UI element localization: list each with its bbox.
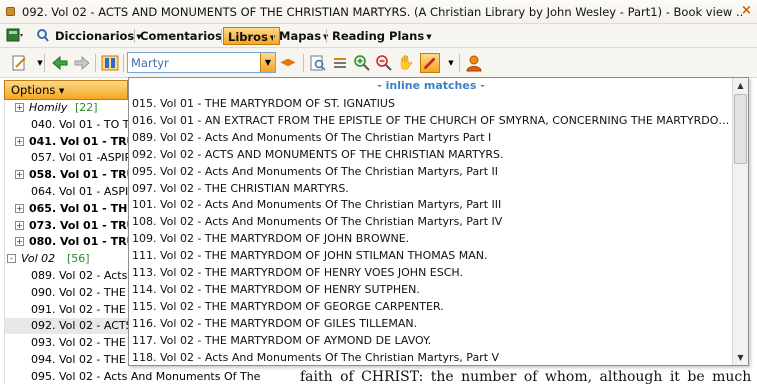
search-combobox[interactable]: ▼ (127, 52, 276, 73)
profile-icon[interactable] (464, 53, 484, 73)
expand-icon[interactable]: + (15, 237, 24, 247)
tree-item-label: 095. Vol 02 - Acts And Monuments Of The … (31, 369, 260, 383)
book-icon[interactable] (100, 53, 120, 73)
menu-reading-plans[interactable]: Reading Plans ▼ (328, 27, 436, 45)
result-item[interactable]: 016. Vol 01 - AN EXTRACT FROM THE EPISTL… (132, 112, 730, 129)
tree-item-label: 090. Vol 02 - THE RE (31, 285, 144, 299)
expand-icon[interactable]: + (15, 103, 24, 112)
tree-item-count: [56] (67, 252, 90, 266)
scroll-up-icon[interactable]: ▲ (733, 78, 748, 93)
result-item[interactable]: 117. Vol 02 - THE MARTYRDOM OF AYMOND DE… (132, 332, 730, 349)
zoom-in-icon[interactable] (352, 53, 372, 73)
collapse-icon[interactable]: - (7, 254, 16, 264)
search-icon[interactable] (36, 27, 50, 44)
menu-comentarios[interactable]: Comentarios▼ (136, 27, 233, 45)
back-arrow-icon[interactable] (50, 53, 70, 73)
app-menu-icon[interactable] (6, 27, 24, 44)
toolbar: ▼ ▼ ◀▶ ✋ ▼ (0, 48, 757, 78)
result-item[interactable]: 097. Vol 02 - THE CHRISTIAN MARTYRS. (132, 180, 730, 197)
scroll-down-icon[interactable]: ▼ (733, 350, 748, 365)
edit-dropdown-icon[interactable]: ▼ (30, 53, 50, 73)
result-item[interactable]: 109. Vol 02 - THE MARTYRDOM OF JOHN BROW… (132, 230, 730, 247)
zoom-out-icon[interactable] (374, 53, 394, 73)
window-title: 092. Vol 02 - ACTS AND MONUMENTS OF THE … (22, 5, 742, 19)
tree-item-label: 093. Vol 02 - THE EP (31, 336, 143, 350)
result-item[interactable]: 108. Vol 02 - Acts And Monuments Of The … (132, 213, 730, 230)
title-bar: 092. Vol 02 - ACTS AND MONUMENTS OF THE … (0, 0, 757, 24)
scroll-thumb[interactable] (734, 94, 747, 164)
highlighter-dropdown-icon[interactable]: ▼ (441, 53, 461, 73)
highlighter-icon[interactable] (420, 53, 440, 73)
search-input[interactable] (128, 53, 256, 72)
result-item[interactable]: 111. Vol 02 - THE MARTYRDOM OF JOHN STIL… (132, 247, 730, 264)
expand-icon[interactable]: + (15, 203, 24, 213)
menu-bar: Diccionarios▼ Comentarios▼ Libros▼ Mapas… (0, 24, 757, 48)
menu-diccionarios[interactable]: Diccionarios ▼ (51, 27, 146, 45)
forward-arrow-icon[interactable] (72, 53, 92, 73)
tree-item-label: 091. Vol 02 - THE LI (31, 302, 139, 316)
result-item[interactable]: 101. Vol 02 - Acts And Monuments Of The … (132, 196, 730, 213)
chevron-down-icon[interactable]: ▼ (260, 53, 275, 72)
tree-item-label: Homily (29, 101, 68, 114)
list-icon[interactable] (330, 53, 350, 73)
edit-icon[interactable] (10, 53, 30, 73)
tree-item-label: Vol 02 (21, 252, 56, 266)
prev-next-icon[interactable]: ◀▶ (278, 53, 298, 73)
app-icon (6, 7, 15, 16)
menu-libros[interactable]: Libros▼ (223, 27, 281, 45)
results-header: - inline matches - (377, 79, 485, 92)
result-item[interactable]: 089. Vol 02 - Acts And Monuments Of The … (132, 129, 730, 146)
result-item[interactable]: 114. Vol 02 - THE MARTYRDOM OF HENRY SUT… (132, 281, 730, 298)
search-results-dropdown: - inline matches - ▲ ▼ 015. Vol 01 - THE… (128, 77, 749, 366)
tree-item-count: [22] (75, 101, 98, 114)
result-item[interactable]: 095. Vol 02 - Acts And Monuments Of The … (132, 163, 730, 180)
tree-item-label: 057. Vol 01 -ASPIRA (31, 151, 140, 165)
result-item[interactable]: 113. Vol 02 - THE MARTYRDOM OF HENRY VOE… (132, 264, 730, 281)
close-icon[interactable]: × (740, 4, 753, 18)
expand-icon[interactable]: + (15, 170, 24, 180)
result-item[interactable]: 092. Vol 02 - ACTS AND MONUMENTS OF THE … (132, 146, 730, 163)
hand-icon[interactable]: ✋ (396, 53, 416, 73)
expand-icon[interactable]: + (15, 220, 24, 230)
tree-item-label: 092. Vol 02 - ACTS A (31, 319, 144, 333)
result-item[interactable]: 015. Vol 01 - THE MARTYRDOM OF ST. IGNAT… (132, 95, 730, 112)
reader-text-line: faith of CHRIST: the number of whom, alt… (300, 369, 752, 385)
tree-item-label: 089. Vol 02 - Acts A (31, 269, 139, 282)
find-page-icon[interactable] (308, 53, 328, 73)
expand-icon[interactable]: + (15, 136, 24, 146)
menu-mapas[interactable]: Mapas▼ (275, 27, 332, 45)
result-item[interactable]: 118. Vol 02 - Acts And Monuments Of The … (132, 349, 730, 366)
tree-item-label: 064. Vol 01 - ASPIRA (31, 185, 144, 198)
options-button[interactable]: Options ▼ (4, 80, 128, 100)
tree-item[interactable]: 095. Vol 02 - Acts And Monuments Of The … (5, 369, 260, 384)
dropdown-scrollbar[interactable]: ▲ ▼ (732, 78, 748, 365)
result-item[interactable]: 115. Vol 02 - THE MARTYRDOM OF GEORGE CA… (132, 298, 730, 315)
result-item[interactable]: 116. Vol 02 - THE MARTYRDOM OF GILES TIL… (132, 315, 730, 332)
